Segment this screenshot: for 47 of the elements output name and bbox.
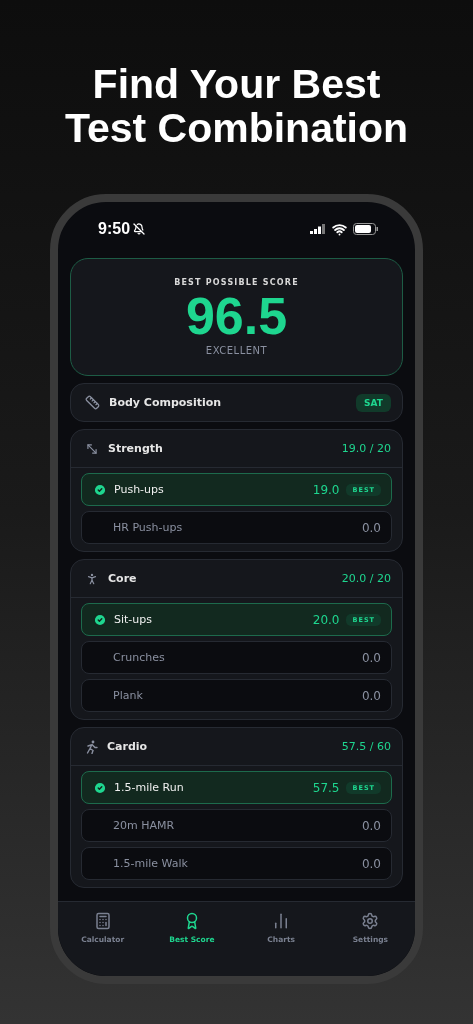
- test-option[interactable]: Plank 0.0: [81, 679, 392, 712]
- test-score: 0.0: [361, 688, 381, 703]
- person-icon: [85, 571, 99, 586]
- section-title: Cardio: [107, 740, 149, 753]
- section-total: 19.0 / 20: [341, 442, 391, 455]
- test-score: 57.5: [312, 780, 340, 795]
- status-time: 9:50: [98, 220, 131, 238]
- test-option[interactable]: 20m HAMR 0.0: [81, 809, 392, 842]
- test-score: 0.0: [361, 520, 381, 535]
- section-title: Body Composition: [109, 396, 223, 409]
- test-name: Sit-ups: [114, 613, 153, 626]
- test-name: 1.5-mile Run: [114, 781, 185, 794]
- calculator-icon: [93, 912, 112, 930]
- test-score: 19.0: [312, 482, 340, 497]
- score-rating: EXCELLENT: [205, 345, 268, 356]
- wifi-icon: [332, 221, 347, 237]
- test-score: 0.0: [361, 856, 381, 871]
- check-icon: [93, 482, 107, 497]
- test-name: HR Push-ups: [112, 521, 184, 534]
- check-icon: [93, 612, 107, 627]
- ruler-icon: [85, 395, 100, 410]
- bell-off-icon: [133, 223, 146, 235]
- test-option[interactable]: Crunches 0.0: [81, 641, 392, 674]
- score-value: 96.5: [185, 287, 288, 345]
- section-title: Core: [108, 572, 138, 585]
- check-icon: [93, 780, 107, 795]
- test-name: 1.5-mile Walk: [112, 857, 189, 870]
- test-name: Push-ups: [114, 483, 165, 496]
- test-name: Crunches: [112, 651, 166, 664]
- diagonal-arrows-icon: [85, 441, 99, 456]
- settings-icon: [361, 912, 380, 930]
- test-score: 0.0: [361, 650, 381, 665]
- test-name: Plank: [112, 689, 144, 702]
- test-score: 20.0: [312, 612, 340, 627]
- test-name: 20m HAMR: [112, 819, 176, 832]
- section-total: 20.0 / 20: [341, 572, 391, 585]
- signal-icon: [310, 224, 326, 234]
- test-score: 0.0: [361, 818, 381, 833]
- battery-icon: [353, 223, 379, 235]
- section-title: Strength: [108, 442, 164, 455]
- test-option[interactable]: 1.5-mile Walk 0.0: [81, 847, 392, 880]
- status-badge: SAT: [356, 393, 391, 412]
- section-total: 57.5 / 60: [341, 740, 391, 753]
- test-option[interactable]: HR Push-ups 0.0: [81, 511, 392, 544]
- headline: Find Your Best Test Combination: [64, 62, 409, 150]
- score-label: BEST POSSIBLE SCORE: [174, 278, 299, 287]
- runner-icon: [85, 739, 98, 754]
